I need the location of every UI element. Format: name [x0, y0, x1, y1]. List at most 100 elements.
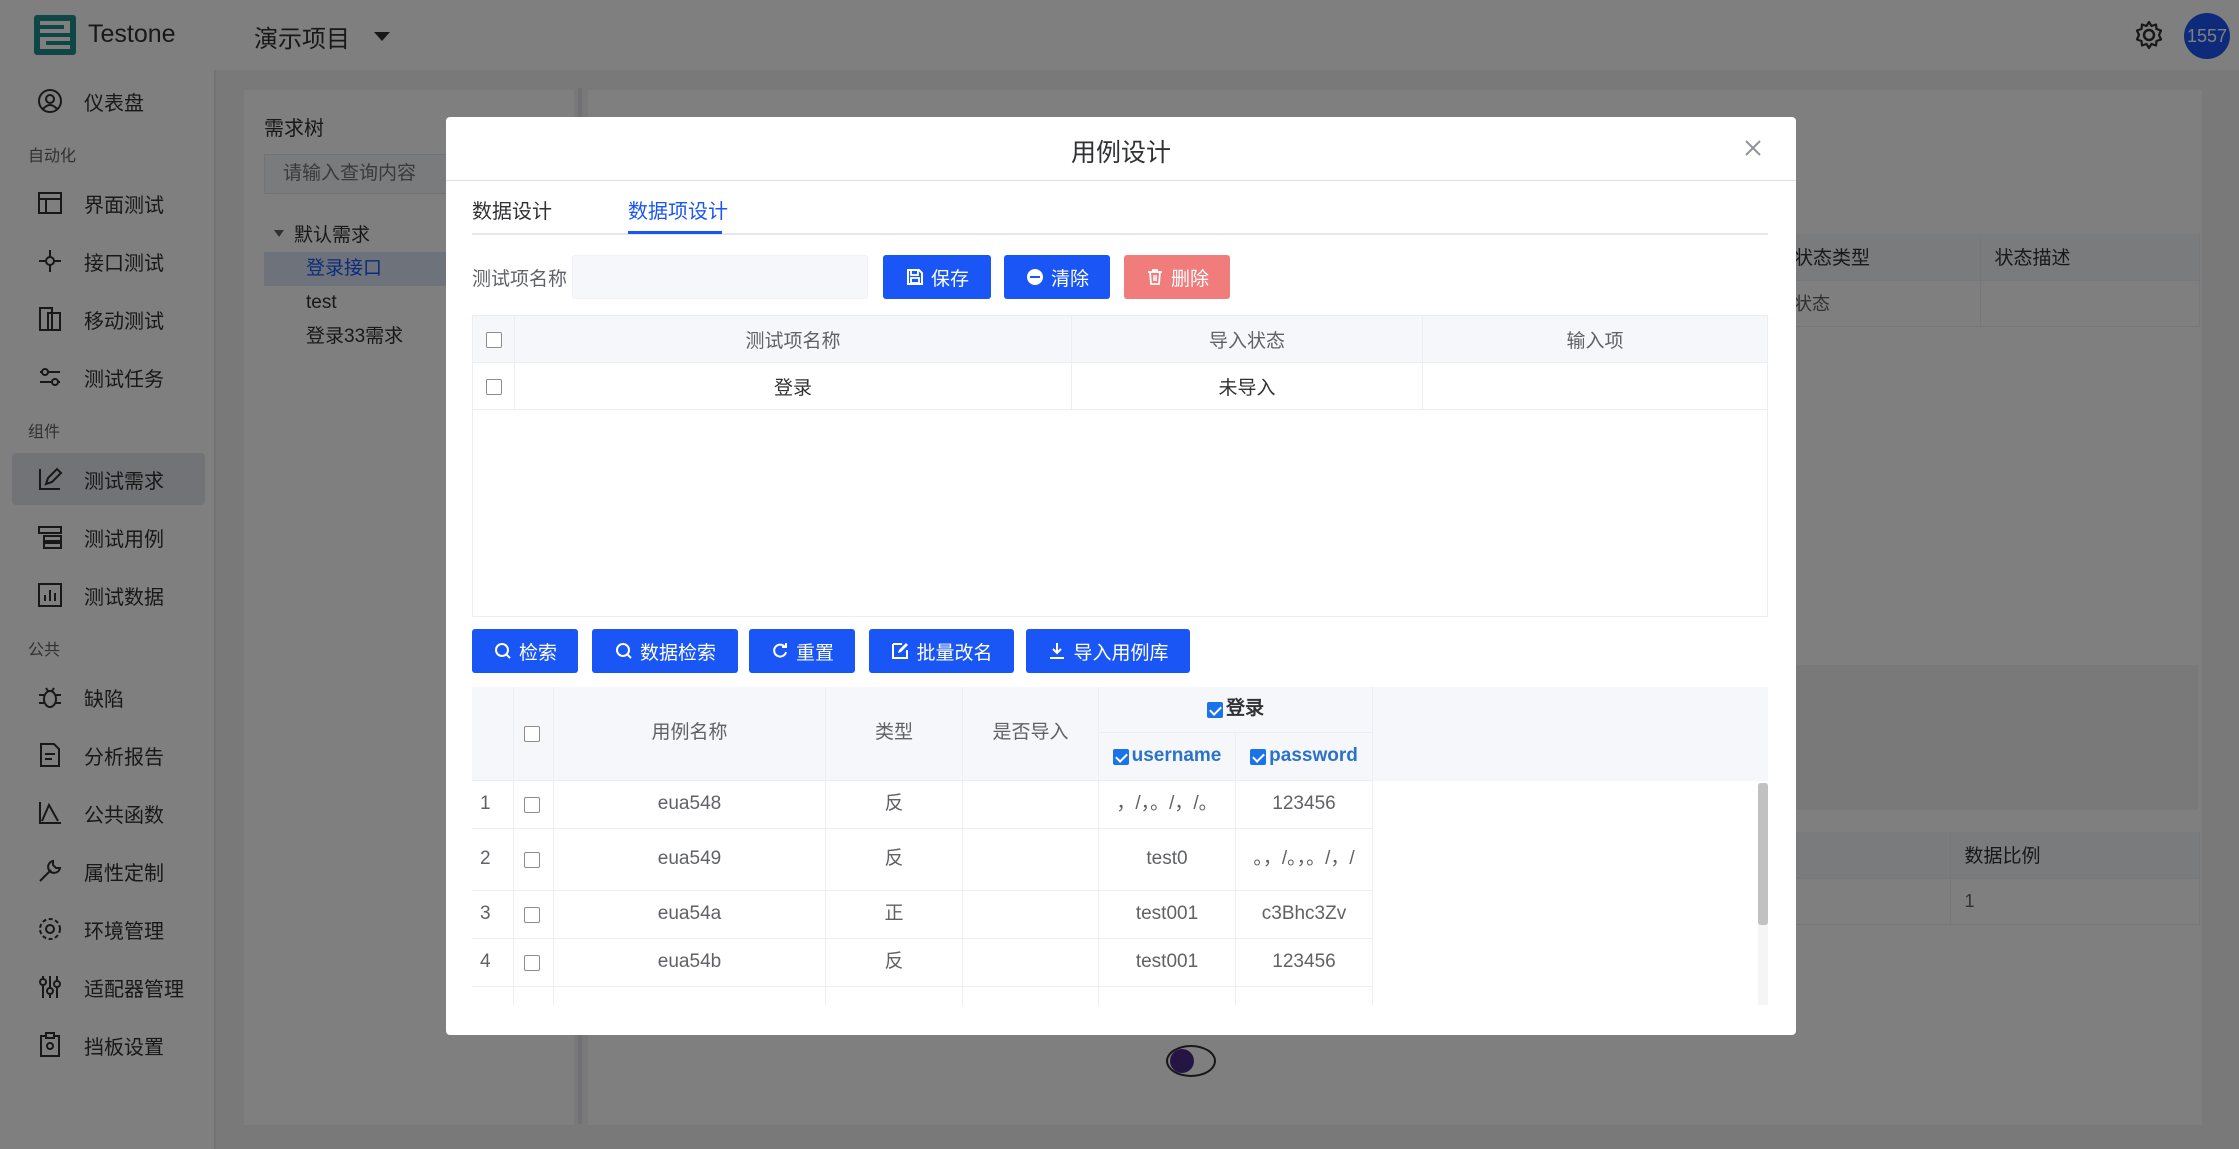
data-search-button[interactable]: 数据检索	[592, 629, 738, 673]
table-row[interactable]: 登录 未导入	[473, 363, 1767, 410]
refresh-icon	[773, 643, 787, 658]
row-select-cell	[514, 781, 554, 829]
cell-imported	[963, 781, 1099, 829]
cell-case-name[interactable]: eua54b	[554, 939, 826, 987]
row-select-cell	[473, 363, 515, 410]
batch-rename-button[interactable]: 批量改名	[869, 629, 1014, 673]
header-input-item: 输入项	[1566, 331, 1624, 352]
row-index	[472, 987, 514, 1005]
cell-password[interactable]: 123456	[1236, 939, 1373, 987]
cell-password[interactable]: c3Bhc3Zv	[1236, 891, 1373, 939]
case-design-dialog: 用例设计 数据设计 数据项设计 测试项名称 保存 清除 删除 测试项名称 导入状…	[446, 117, 1796, 1035]
dialog-tabs: 数据设计 数据项设计	[472, 181, 1768, 235]
test-item-name-label: 测试项名称	[472, 269, 568, 290]
cell-case-name[interactable]: eua54a	[554, 891, 826, 939]
tab-data-item-design[interactable]: 数据项设计	[628, 195, 728, 224]
cell-import-status: 未导入	[1072, 363, 1423, 410]
username-checkbox[interactable]	[1112, 748, 1129, 765]
delete-label: 删除	[1170, 268, 1209, 290]
header-select-cell	[514, 687, 554, 781]
cell-case-name[interactable]: eua548	[554, 781, 826, 829]
test-item-table: 测试项名称 导入状态 输入项 登录 未导入	[472, 315, 1768, 617]
group-login-label: 登录	[1225, 698, 1264, 720]
reset-button[interactable]: 重置	[749, 629, 855, 673]
row-checkbox[interactable]	[524, 954, 540, 971]
cell-password	[1236, 987, 1373, 1005]
search-icon	[494, 643, 511, 659]
header-type: 类型	[826, 687, 963, 781]
row-checkbox[interactable]	[485, 378, 502, 395]
reset-label: 重置	[795, 642, 834, 664]
row-checkbox[interactable]	[524, 906, 540, 923]
header-password: password	[1236, 733, 1373, 781]
cell-type: 正	[826, 891, 963, 939]
header-username: username	[1099, 733, 1236, 781]
close-icon[interactable]	[1744, 139, 1762, 157]
row-select-cell	[514, 829, 554, 891]
row-checkbox[interactable]	[524, 851, 540, 868]
select-all-checkbox[interactable]	[485, 331, 502, 348]
row-select-cell	[514, 891, 554, 939]
row-index: 1	[472, 781, 514, 829]
cell-password[interactable]: 123456	[1236, 781, 1373, 829]
row-select-cell	[514, 987, 554, 1005]
data-search-label: 数据检索	[639, 642, 716, 664]
cell-imported	[963, 987, 1099, 1005]
select-all-cell	[473, 316, 515, 363]
header-index	[472, 687, 514, 781]
case-table: 用例名称 类型 是否导入 登录 username password 1 eua5…	[472, 687, 1768, 1005]
group-login-checkbox[interactable]	[1206, 701, 1223, 718]
cell-username[interactable]: ，/，。/，/。	[1099, 781, 1236, 829]
save-button[interactable]: 保存	[883, 255, 991, 299]
cell-input-item	[1423, 363, 1767, 410]
cell-username	[1099, 987, 1236, 1005]
cell-type	[826, 987, 963, 1005]
batch-rename-label: 批量改名	[916, 642, 993, 664]
dialog-title: 用例设计	[1070, 139, 1171, 167]
download-icon	[1050, 643, 1065, 659]
search-label: 检索	[518, 642, 557, 664]
save-label: 保存	[930, 268, 969, 290]
select-all-checkbox[interactable]	[524, 725, 540, 742]
header-test-item-name: 测试项名称	[515, 316, 1072, 363]
cell-username[interactable]: test001	[1099, 891, 1236, 939]
cell-username[interactable]: test001	[1099, 939, 1236, 987]
cell-imported	[963, 829, 1099, 891]
cell-password[interactable]: 。，/。，。/，/	[1236, 829, 1373, 891]
cell-type: 反	[826, 781, 963, 829]
cell-case-name	[554, 987, 826, 1005]
test-item-name-input[interactable]	[572, 255, 868, 299]
cell-type: 反	[826, 829, 963, 891]
username-label: username	[1131, 745, 1222, 767]
minus-circle-icon	[1026, 269, 1043, 285]
cell-type: 反	[826, 939, 963, 987]
password-checkbox[interactable]	[1250, 748, 1267, 765]
header-imported: 是否导入	[963, 687, 1099, 781]
row-index: 2	[472, 829, 514, 891]
table-header-row: 测试项名称 导入状态 输入项	[473, 316, 1767, 363]
row-checkbox[interactable]	[524, 796, 540, 813]
trash-icon	[1147, 269, 1162, 285]
clear-label: 清除	[1050, 268, 1089, 290]
row-index: 4	[472, 939, 514, 987]
clear-button[interactable]: 清除	[1004, 255, 1110, 299]
vertical-scrollbar-thumb[interactable]	[1758, 783, 1768, 925]
search-button[interactable]: 检索	[472, 629, 578, 673]
dialog-header: 用例设计	[446, 117, 1796, 181]
password-label: password	[1269, 745, 1358, 767]
cell-case-name[interactable]: eua549	[554, 829, 826, 891]
import-library-button[interactable]: 导入用例库	[1026, 629, 1190, 673]
header-case-name: 用例名称	[554, 687, 826, 781]
search-icon	[615, 643, 632, 659]
cell-imported	[963, 939, 1099, 987]
tab-data-design[interactable]: 数据设计	[472, 195, 552, 224]
cell-imported	[963, 891, 1099, 939]
row-select-cell	[514, 939, 554, 987]
cell-username[interactable]: test0	[1099, 829, 1236, 891]
save-icon	[906, 269, 923, 285]
cell-test-item-name: 登录	[515, 363, 1072, 410]
delete-button[interactable]: 删除	[1124, 255, 1230, 299]
row-index: 3	[472, 891, 514, 939]
header-group-login: 登录	[1099, 687, 1373, 733]
active-tab-indicator	[628, 231, 722, 234]
